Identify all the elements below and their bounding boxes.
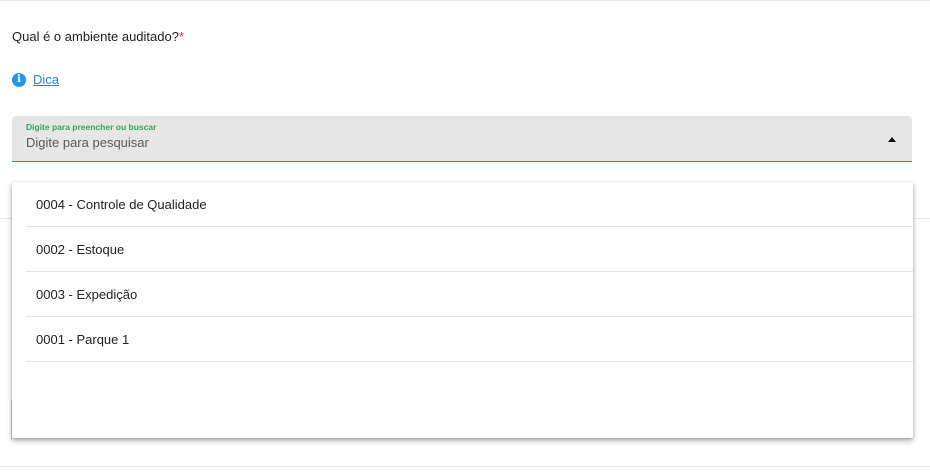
info-icon: i [12,72,26,87]
option-label: 0002 - Estoque [36,241,125,257]
option-item[interactable]: 0001 - Parque 1 [26,317,913,362]
option-label: 0003 - Expedição [36,286,138,302]
option-label: 0001 - Parque 1 [36,331,130,347]
search-field-label: Digite para preencher ou buscar [26,122,157,132]
options-dropdown: 0004 - Controle de Qualidade 0002 - Esto… [12,182,913,438]
option-item[interactable]: 0003 - Expedição [26,272,913,317]
hint-link[interactable]: Dica [33,72,59,87]
question-label: Qual é o ambiente auditado?* [12,29,184,44]
search-field[interactable]: Digite para preencher ou buscar [12,116,912,162]
caret-up-icon[interactable] [888,137,896,142]
required-asterisk: * [178,29,185,44]
top-divider [0,0,930,1]
option-label: 0004 - Controle de Qualidade [36,196,207,212]
option-item[interactable]: 0002 - Estoque [26,227,913,272]
background-divider-bottom [0,466,930,467]
hint[interactable]: i Dica [12,72,59,87]
search-input[interactable] [26,135,866,150]
question-text: Qual é o ambiente auditado? [12,29,179,44]
option-item[interactable]: 0004 - Controle de Qualidade [26,182,913,227]
